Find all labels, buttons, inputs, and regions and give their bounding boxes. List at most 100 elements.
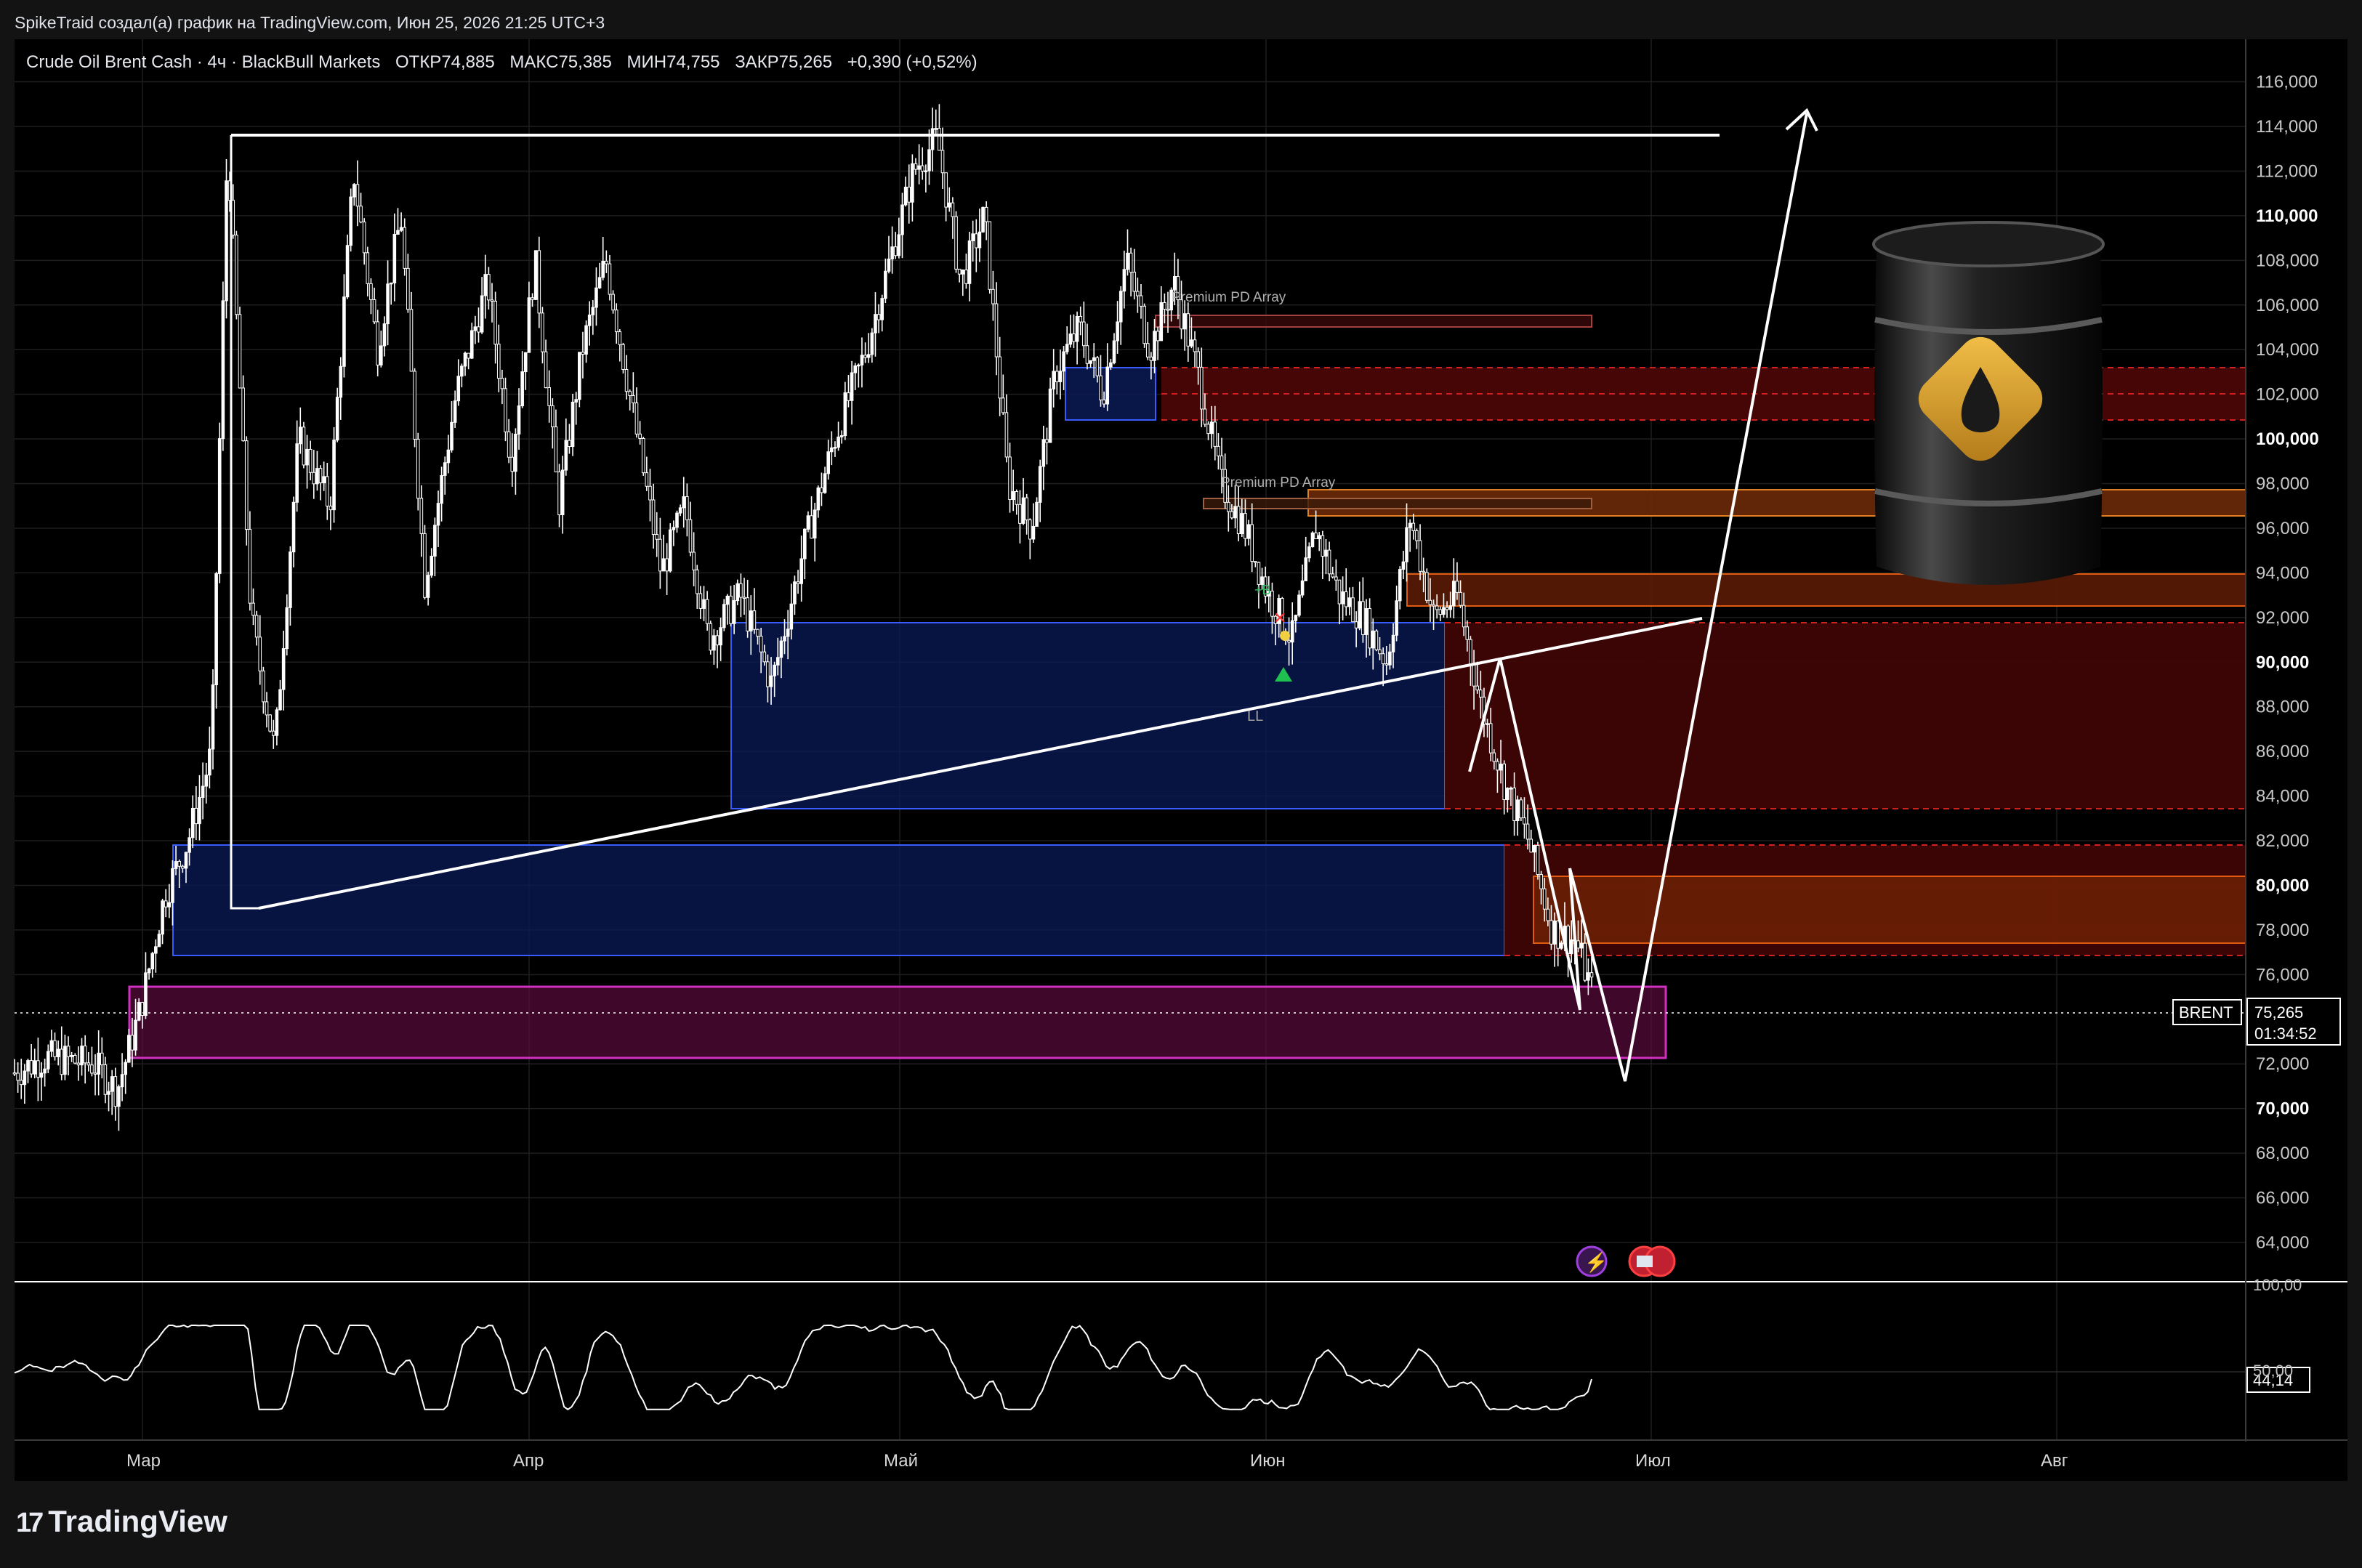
candle-body	[1310, 532, 1315, 548]
candle-body	[954, 216, 958, 270]
candle-body	[366, 252, 370, 284]
candle-body	[837, 436, 840, 448]
candle-body	[860, 355, 864, 365]
projection-arrowhead[interactable]	[1785, 108, 1818, 132]
candle-body	[1351, 597, 1355, 623]
candle-body	[456, 376, 461, 402]
candle-body	[1405, 527, 1408, 562]
candle-body	[661, 558, 666, 572]
candle-body	[957, 268, 962, 275]
candle-body	[830, 447, 834, 453]
price-tick-label: 76,000	[2256, 965, 2309, 985]
price-tick-label: 66,000	[2256, 1189, 2309, 1208]
candle-body	[399, 227, 403, 231]
price-axis[interactable]: 116,000 114,000 112,000 110,000 108,000 106,0…	[2256, 73, 2319, 1253]
brent-symbol-text: BRENT	[2179, 1003, 2233, 1022]
candle-body	[533, 250, 538, 300]
candle-body	[682, 496, 686, 509]
candle-body	[1344, 591, 1348, 607]
candle-body	[1499, 763, 1503, 771]
candle-body	[113, 1076, 118, 1107]
candle-body	[1297, 594, 1301, 616]
candle-body	[709, 623, 713, 651]
candle-body	[722, 604, 726, 629]
candle-body	[1438, 609, 1443, 615]
candle-body	[403, 227, 407, 269]
price-tick-label: 98,000	[2256, 474, 2309, 494]
premium-pd-array-1[interactable]	[1155, 315, 1592, 328]
candle-body	[1145, 343, 1150, 357]
candle-body	[688, 519, 693, 553]
price-tick-label: 68,000	[2256, 1144, 2309, 1163]
price-tick-label: 106,000	[2256, 296, 2319, 315]
candle-body	[355, 184, 360, 207]
blue-zone-upper[interactable]	[730, 622, 1446, 809]
candle-body	[1496, 761, 1499, 771]
candle-body	[880, 298, 884, 320]
candle-body	[1533, 844, 1536, 853]
candle-body	[1038, 466, 1042, 503]
candle-body	[893, 246, 898, 256]
candle-body	[773, 664, 776, 676]
legend-close: ЗАКР75,265	[735, 52, 833, 72]
candle-body	[1065, 344, 1069, 352]
candle-body	[614, 310, 618, 333]
candle-body	[322, 476, 326, 484]
candle-body	[487, 274, 491, 301]
candle-body	[698, 593, 703, 609]
candle-body	[1199, 366, 1204, 410]
symbol-legend[interactable]: Crude Oil Brent Cash · 4ч · BlackBull Ma…	[26, 52, 988, 73]
red-zone-middle[interactable]	[1445, 623, 2246, 809]
candle-body	[920, 165, 924, 172]
candle-body	[443, 462, 447, 476]
candle-body	[624, 368, 629, 392]
time-axis[interactable]: Мар Апр Май Июн Июл Авг	[126, 1451, 2068, 1471]
candle-body	[1209, 421, 1214, 435]
candle-body	[1226, 501, 1230, 512]
candle-body	[550, 405, 555, 427]
candle-body	[1488, 723, 1493, 753]
price-tick-label: 102,000	[2256, 385, 2319, 405]
premium-pd-array-2[interactable]	[1203, 498, 1592, 509]
candle-body	[964, 270, 968, 284]
candle-body	[477, 326, 480, 333]
blue-zone-small[interactable]	[1065, 367, 1156, 421]
orange-zone-lower[interactable]	[1533, 876, 2246, 944]
chart-svg[interactable]: +B ✕ LL Premium PD Array Premium PD Arra…	[0, 0, 2362, 1568]
candle-body	[1361, 601, 1365, 635]
candle-body	[655, 534, 659, 540]
candle-body	[1257, 562, 1261, 585]
candle-body	[887, 258, 891, 272]
candle-body	[66, 1046, 70, 1057]
candle-body	[1552, 920, 1557, 945]
blue-zone-lower[interactable]	[172, 844, 1505, 956]
candle-body	[254, 615, 259, 638]
tradingview-logo[interactable]: 17 TradingView	[16, 1504, 227, 1539]
candle-body	[1469, 639, 1472, 665]
candle-body	[1546, 908, 1550, 921]
candle-body	[1334, 576, 1338, 581]
candle-body	[446, 449, 451, 464]
magenta-zone[interactable]	[128, 985, 1667, 1059]
candle-body	[638, 433, 642, 439]
candle-body	[1341, 591, 1345, 605]
price-tick-label: 84,000	[2256, 787, 2309, 807]
entry-label: +B	[1254, 583, 1271, 597]
candle-body	[436, 503, 440, 526]
candle-body	[537, 250, 541, 314]
candle-body	[376, 321, 380, 365]
legend-symbol[interactable]: Crude Oil Brent Cash · 4ч · BlackBull Ma…	[26, 52, 380, 72]
candle-body	[265, 701, 269, 716]
price-tick-label: 96,000	[2256, 519, 2309, 538]
candle-body	[493, 300, 497, 345]
candle-body	[1475, 685, 1479, 691]
candle-body	[1448, 605, 1452, 610]
candle-body	[1422, 570, 1425, 573]
candle-body	[911, 163, 914, 203]
candle-body	[214, 573, 218, 686]
candle-body	[1472, 663, 1476, 687]
orange-zone-94[interactable]	[1406, 573, 2246, 607]
candle-body	[1118, 291, 1123, 323]
candle-body	[564, 440, 568, 471]
candle-body	[823, 473, 827, 493]
